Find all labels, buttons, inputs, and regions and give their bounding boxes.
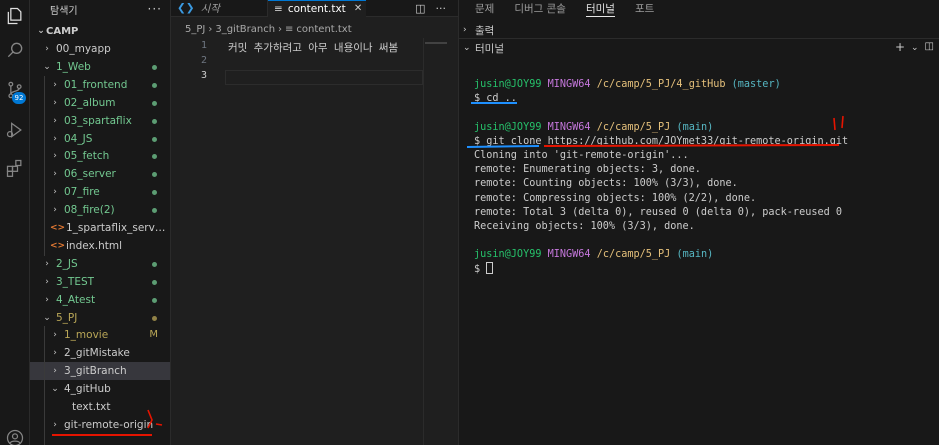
code-line[interactable] (228, 70, 423, 85)
annotation-marks (466, 102, 844, 148)
annotation-red-tick (155, 423, 163, 426)
split-editor-icon[interactable]: ◫ (415, 2, 425, 15)
editor-actions: ◫ ··· (415, 2, 458, 15)
annotation-red-tick (833, 117, 836, 131)
code-line[interactable] (228, 55, 423, 70)
tab-content-label: content.txt (287, 2, 346, 15)
bottom-panel: 문제 디버그 콘솔 터미널 포트 › 출력 ⌄ 터미널 + ⌄ ◫ jusin@… (458, 0, 939, 445)
code-line[interactable]: 커밋 추가하려고 아무 내용이나 써봄 (228, 40, 423, 55)
annotation-red-tick (147, 409, 153, 429)
chevron-right-icon: › (278, 24, 283, 35)
tab-content-txt[interactable]: ≡ content.txt ✕ (268, 0, 366, 17)
annotation-red-underline (543, 144, 840, 147)
annotation-red-tick (841, 115, 844, 129)
close-icon[interactable]: ✕ (354, 3, 362, 14)
editor-area: ❮❯ 시작 ≡ content.txt ✕ ◫ ··· 5_PJ › 3_gitBr… (171, 0, 458, 445)
breadcrumb-item[interactable]: content.txt (296, 24, 351, 35)
text-file-icon: ≡ (285, 24, 294, 35)
tab-start-label: 시작 (200, 2, 220, 15)
annotation-blue-underline (466, 145, 540, 148)
minimap-divider (423, 38, 424, 445)
breadcrumb: 5_PJ › 3_gitBranch › ≡ content.txt (185, 24, 352, 35)
code-text[interactable]: 커밋 추가하려고 아무 내용이나 써봄 (228, 40, 423, 85)
minimap[interactable] (425, 42, 447, 44)
breadcrumb-item[interactable]: 3_gitBranch (215, 24, 275, 35)
more-actions-icon[interactable]: ··· (436, 2, 447, 15)
chevron-right-icon: › (208, 24, 213, 35)
explorer-annotation-marks (52, 409, 163, 436)
editor-tabbar: ❮❯ 시작 ≡ content.txt ✕ ◫ ··· (171, 0, 458, 17)
text-file-icon: ≡ (274, 2, 283, 15)
